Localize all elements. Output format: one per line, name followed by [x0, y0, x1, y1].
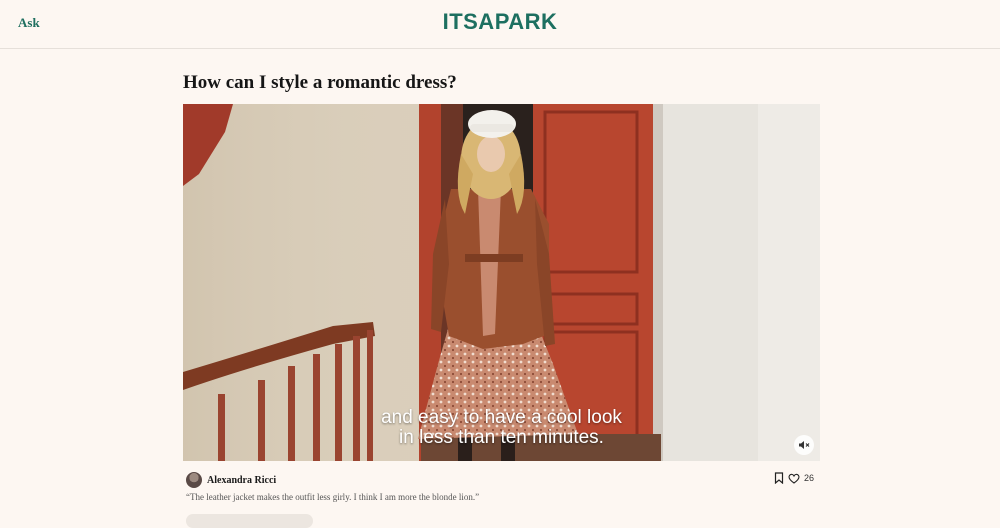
answer-meta: Alexandra Ricci 26 — [183, 470, 820, 490]
site-logo[interactable]: ITSAPARK — [0, 9, 1000, 35]
speaker-muted-icon — [799, 441, 810, 449]
caption-line-2: in less than ten minutes. — [399, 427, 604, 448]
video-player[interactable]: and easy to have a cool look in less tha… — [183, 104, 820, 461]
avatar[interactable] — [186, 472, 202, 488]
site-header: Ask ITSAPARK — [0, 0, 1000, 49]
question-title: How can I style a romantic dress? — [183, 72, 457, 93]
heart-icon[interactable] — [788, 473, 800, 484]
like-count: 26 — [803, 473, 814, 483]
next-item-placeholder[interactable] — [186, 514, 313, 528]
mute-button[interactable] — [794, 435, 814, 455]
author-name[interactable]: Alexandra Ricci — [207, 475, 276, 486]
bookmark-icon[interactable] — [774, 472, 784, 484]
answer-actions: 26 — [774, 472, 814, 484]
caption-line-1: and easy to have a cool look — [381, 407, 622, 428]
answer-quote: “The leather jacket makes the outfit les… — [186, 492, 480, 502]
video-caption: and easy to have a cool look in less tha… — [183, 408, 820, 448]
